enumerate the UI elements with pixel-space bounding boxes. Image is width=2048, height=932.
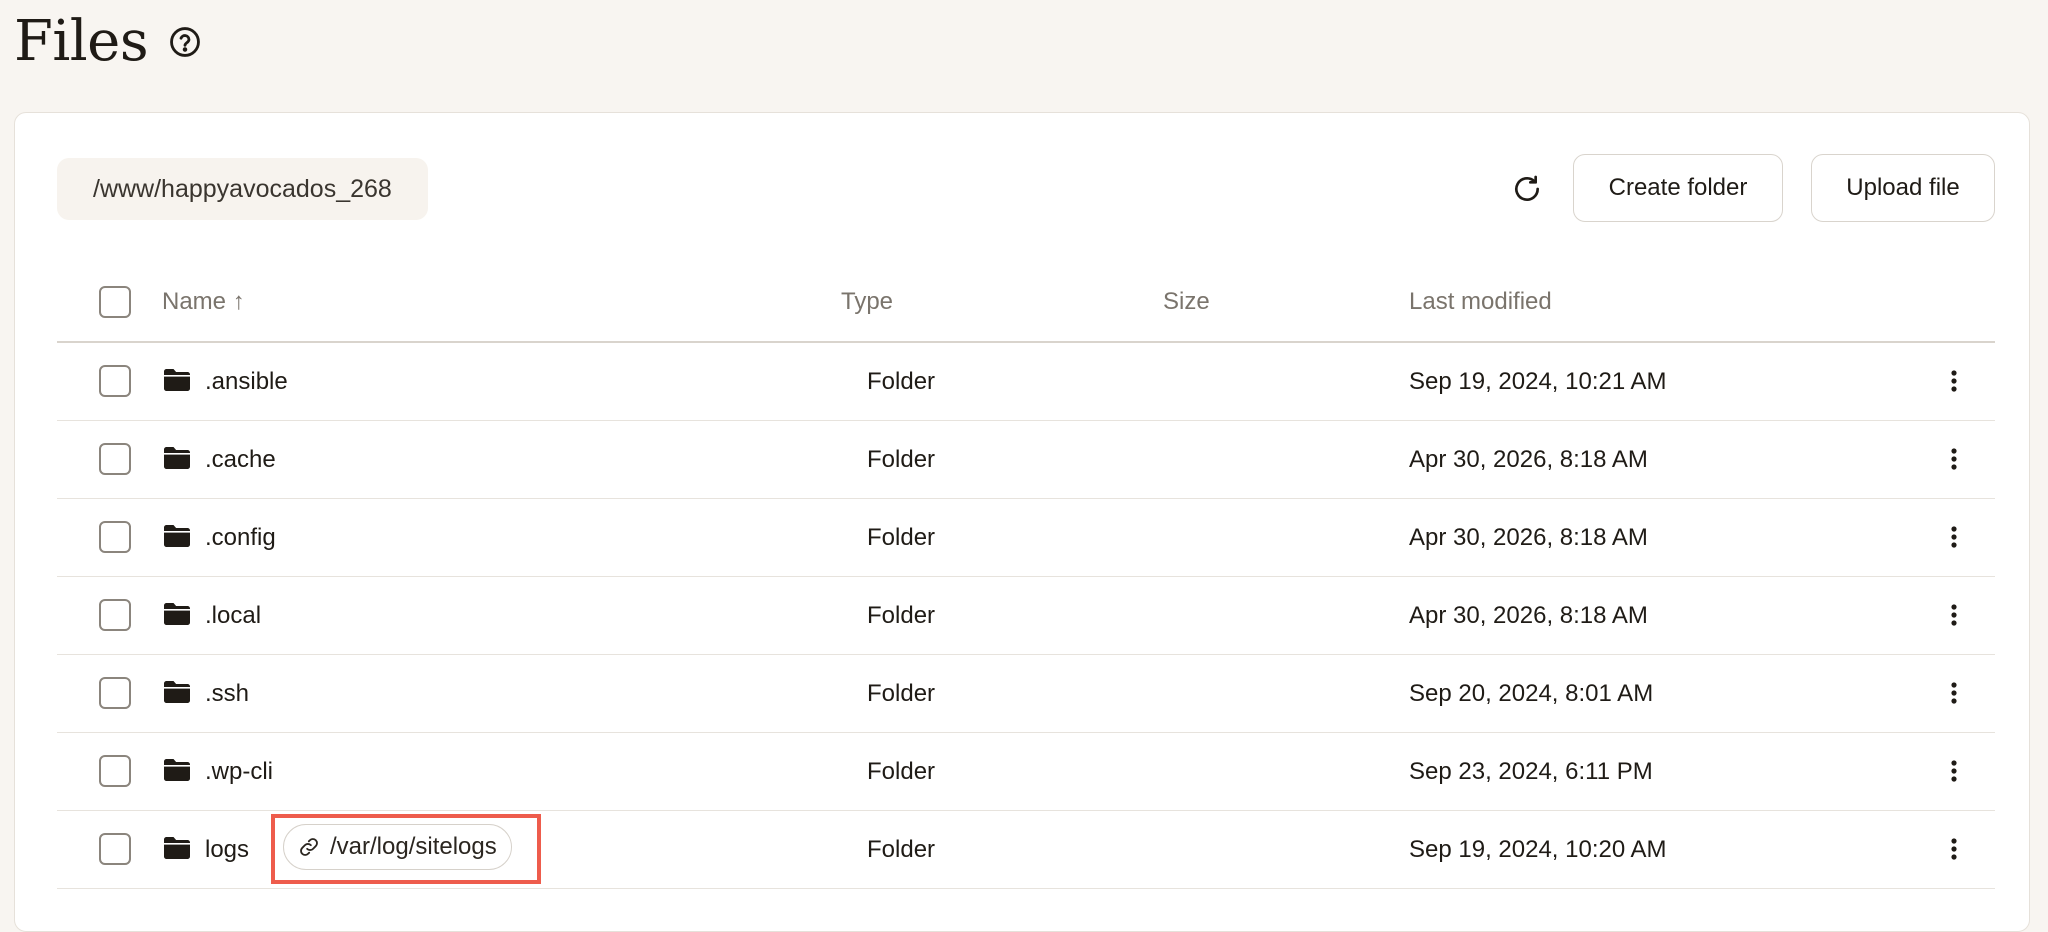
page-title: Files <box>14 9 149 74</box>
file-name[interactable]: .ssh <box>205 655 249 732</box>
upload-file-button[interactable]: Upload file <box>1811 154 1995 222</box>
symlink-target-chip[interactable]: /var/log/sitelogs <box>283 824 512 870</box>
row-checkbox[interactable] <box>99 599 131 631</box>
file-type: Folder <box>867 757 936 785</box>
file-type: Folder <box>867 835 936 863</box>
table-body: .ansible Folder Sep 19, 2024, 10:21 AM .cac… <box>57 343 1995 889</box>
folder-icon <box>163 758 191 782</box>
table-row[interactable]: .local Folder Apr 30, 2026, 8:18 AM <box>57 577 1995 655</box>
row-actions-button[interactable] <box>1939 597 1969 633</box>
table-row[interactable]: .ansible Folder Sep 19, 2024, 10:21 AM <box>57 343 1995 421</box>
more-vertical-icon <box>1950 369 1958 393</box>
row-checkbox[interactable] <box>99 521 131 553</box>
folder-icon <box>163 836 191 860</box>
symlink-target-text: /var/log/sitelogs <box>330 833 497 860</box>
file-last-modified: Apr 30, 2026, 8:18 AM <box>1409 523 1648 551</box>
row-actions-button[interactable] <box>1939 831 1969 867</box>
link-icon <box>298 836 320 858</box>
page-header: Files <box>14 8 202 76</box>
more-vertical-icon <box>1950 603 1958 627</box>
folder-icon <box>163 446 191 470</box>
table-row[interactable]: .config Folder Apr 30, 2026, 8:18 AM <box>57 499 1995 577</box>
row-checkbox[interactable] <box>99 677 131 709</box>
select-all-checkbox[interactable] <box>99 286 131 318</box>
file-name[interactable]: .wp-cli <box>205 733 273 810</box>
folder-icon <box>163 602 191 626</box>
more-vertical-icon <box>1950 681 1958 705</box>
row-checkbox[interactable] <box>99 833 131 865</box>
row-checkbox[interactable] <box>99 443 131 475</box>
row-actions-button[interactable] <box>1939 441 1969 477</box>
file-last-modified: Apr 30, 2026, 8:18 AM <box>1409 445 1648 473</box>
folder-icon <box>163 368 191 392</box>
table-header: Name ↑ Type Size Last modified <box>57 263 1995 343</box>
files-card: /www/happyavocados_268 Create folder Upl… <box>14 112 2030 932</box>
column-header-last-modified[interactable]: Last modified <box>1409 263 1552 341</box>
file-last-modified: Sep 20, 2024, 8:01 AM <box>1409 679 1654 707</box>
file-type: Folder <box>867 445 936 473</box>
column-header-name[interactable]: Name ↑ <box>162 263 245 341</box>
current-path: /www/happyavocados_268 <box>57 158 428 220</box>
folder-icon <box>163 680 191 704</box>
create-folder-button[interactable]: Create folder <box>1573 154 1783 222</box>
row-actions-button[interactable] <box>1939 675 1969 711</box>
file-last-modified: Apr 30, 2026, 8:18 AM <box>1409 601 1648 629</box>
column-header-type[interactable]: Type <box>841 263 893 341</box>
file-name[interactable]: .local <box>205 577 261 654</box>
refresh-button[interactable] <box>1505 167 1549 211</box>
file-name[interactable]: .cache <box>205 421 276 498</box>
file-type: Folder <box>867 601 936 629</box>
table-row[interactable]: logs/var/log/sitelogs Folder Sep 19, 2024,… <box>57 811 1995 889</box>
row-actions-button[interactable] <box>1939 753 1969 789</box>
file-name[interactable]: logs <box>205 811 249 888</box>
more-vertical-icon <box>1950 759 1958 783</box>
file-type: Folder <box>867 367 936 395</box>
table-row[interactable]: .wp-cli Folder Sep 23, 2024, 6:11 PM <box>57 733 1995 811</box>
file-name[interactable]: .ansible <box>205 343 288 420</box>
file-last-modified: Sep 19, 2024, 10:20 AM <box>1409 835 1667 863</box>
file-last-modified: Sep 19, 2024, 10:21 AM <box>1409 367 1667 395</box>
file-last-modified: Sep 23, 2024, 6:11 PM <box>1409 757 1653 785</box>
more-vertical-icon <box>1950 447 1958 471</box>
more-vertical-icon <box>1950 525 1958 549</box>
file-name[interactable]: .config <box>205 499 276 576</box>
table-row[interactable]: .ssh Folder Sep 20, 2024, 8:01 AM <box>57 655 1995 733</box>
row-checkbox[interactable] <box>99 365 131 397</box>
table-row[interactable]: .cache Folder Apr 30, 2026, 8:18 AM <box>57 421 1995 499</box>
folder-icon <box>163 524 191 548</box>
more-vertical-icon <box>1950 837 1958 861</box>
row-actions-button[interactable] <box>1939 519 1969 555</box>
files-table: Name ↑ Type Size Last modified .ansible F… <box>57 263 1995 889</box>
refresh-icon <box>1515 175 1539 201</box>
column-header-size[interactable]: Size <box>1163 263 1210 341</box>
file-type: Folder <box>867 523 936 551</box>
help-circle-icon[interactable] <box>168 25 202 59</box>
row-actions-button[interactable] <box>1939 363 1969 399</box>
current-path-text: /www/happyavocados_268 <box>93 174 392 203</box>
file-type: Folder <box>867 679 936 707</box>
row-checkbox[interactable] <box>99 755 131 787</box>
